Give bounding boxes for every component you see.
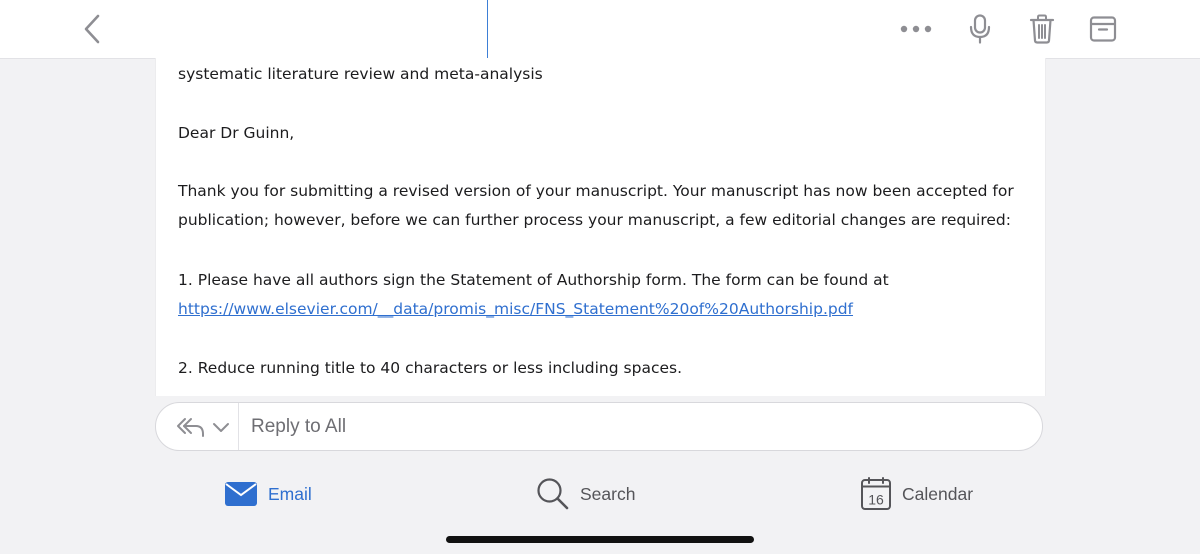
paragraph-line: publication; however, before we can furt…	[178, 211, 1011, 229]
tab-email[interactable]: Email	[224, 475, 312, 513]
dictation-button[interactable]	[960, 10, 1000, 48]
microphone-icon	[969, 14, 991, 44]
chevron-down-icon	[213, 423, 229, 432]
tab-label: Email	[268, 483, 312, 504]
home-indicator[interactable]	[446, 536, 754, 543]
envelope-icon	[225, 482, 257, 506]
list-item: 1. Please have all authors sign the Stat…	[178, 271, 889, 289]
navigation-bar	[0, 0, 1200, 59]
back-button[interactable]	[76, 12, 108, 46]
calendar-icon: 16	[861, 477, 891, 510]
tab-search[interactable]: Search	[536, 475, 635, 513]
reply-input[interactable]: Reply to All	[251, 415, 346, 439]
magnifier-icon	[537, 478, 569, 510]
list-item: 2. Reduce running title to 40 characters…	[178, 359, 682, 377]
delete-button[interactable]	[1022, 10, 1062, 48]
archive-icon	[1089, 16, 1117, 42]
reply-all-icon	[177, 418, 204, 437]
text-cursor	[487, 0, 488, 58]
divider	[238, 403, 239, 450]
back-chevron-icon	[84, 14, 100, 44]
paragraph-line: Thank you for submitting a revised versi…	[178, 182, 1014, 200]
authorship-form-link[interactable]: https://www.elsevier.com/__data/promis_m…	[178, 295, 1028, 324]
reply-bar: Reply to All	[155, 402, 1043, 451]
tab-label: Calendar	[902, 483, 974, 504]
tab-label: Search	[580, 483, 636, 504]
calendar-date: 16	[868, 492, 884, 508]
more-button[interactable]	[896, 10, 936, 48]
reply-options-button[interactable]	[176, 413, 236, 441]
tab-calendar[interactable]: 16 Calendar	[860, 475, 973, 513]
message-body: systematic literature review and meta-an…	[155, 58, 1046, 396]
more-icon	[900, 25, 932, 33]
subject-line: systematic literature review and meta-an…	[178, 65, 543, 83]
trash-icon	[1029, 14, 1055, 44]
greeting: Dear Dr Guinn,	[178, 124, 295, 142]
archive-button[interactable]	[1083, 10, 1123, 48]
